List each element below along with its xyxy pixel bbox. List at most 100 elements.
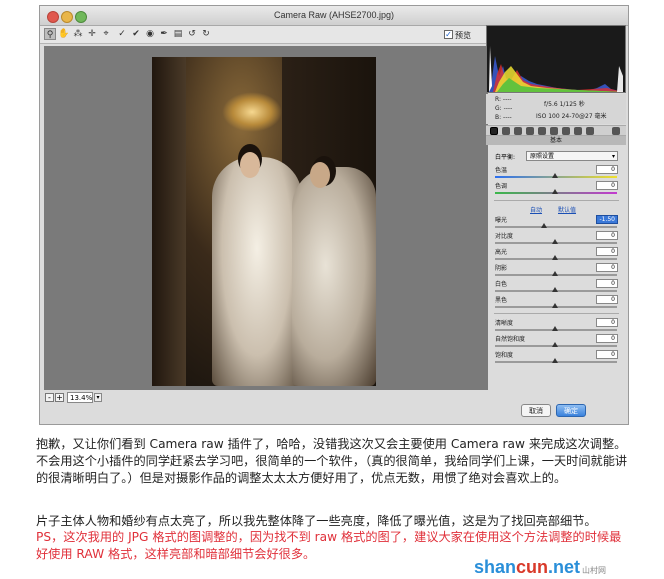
color-sampler-icon[interactable]: ✛ [86, 28, 98, 40]
chevron-down-icon: ▾ [611, 153, 615, 160]
blacks-control[interactable]: 黑色 0 [486, 295, 626, 311]
exposure-control[interactable]: 曝光 -1.50 [486, 215, 626, 231]
presets-tab-icon[interactable] [586, 127, 594, 135]
info-b: B: ---- [495, 114, 512, 121]
clarity-thumb[interactable] [552, 326, 558, 331]
status-bar: - + 13.4% ▾ [44, 392, 488, 404]
image-preview-area[interactable] [44, 46, 488, 390]
crop-icon[interactable]: ⌖ [100, 28, 112, 40]
white-balance-row: 白平衡: 原照设置 ▾ [486, 150, 626, 162]
article-paragraph-2: 片子主体人物和婚纱有点太亮了，所以我先整体降了一些亮度，降低了曝光值，这是为了找… [36, 514, 597, 528]
shadows-value[interactable]: 0 [596, 263, 618, 272]
shadows-control[interactable]: 阴影 0 [486, 263, 626, 279]
shadows-thumb[interactable] [552, 271, 558, 276]
highlights-label: 高光 [495, 249, 508, 256]
done-button[interactable]: 确定 [556, 404, 586, 417]
highlights-control[interactable]: 高光 0 [486, 247, 626, 263]
watermark-main: shan [474, 557, 517, 577]
temperature-value[interactable]: 0 [596, 165, 618, 174]
tool-bar: ⚲ ✋ ⁂ ✛ ⌖ ✓ ✔ ◉ ✒ ▤ ↺ ↻ ✓ 预览 [40, 26, 487, 44]
saturation-value[interactable]: 0 [596, 350, 618, 359]
panel-menu-icon[interactable] [612, 127, 620, 135]
exposure-thumb[interactable] [541, 223, 547, 228]
divider [494, 200, 619, 201]
lens-tab-icon[interactable] [550, 127, 558, 135]
straighten-icon[interactable]: ✓ [116, 28, 128, 40]
zoom-icon[interactable]: ⚲ [44, 28, 56, 40]
vibrance-thumb[interactable] [552, 342, 558, 347]
effects-tab-icon[interactable] [562, 127, 570, 135]
zoom-out-button[interactable]: - [45, 393, 54, 402]
temperature-label: 色温 [495, 167, 508, 174]
default-link[interactable]: 默认值 [558, 205, 576, 214]
blacks-label: 黑色 [495, 297, 508, 304]
exposure-label: 曝光 [495, 217, 508, 224]
rotate-left-icon[interactable]: ↺ [186, 28, 198, 40]
hsl-tab-icon[interactable] [526, 127, 534, 135]
rotate-right-icon[interactable]: ↻ [200, 28, 212, 40]
preview-label: 预览 [455, 31, 471, 40]
highlights-value[interactable]: 0 [596, 247, 618, 256]
gradient-icon[interactable]: ▤ [172, 28, 184, 40]
article-paragraph-1: 抱歉，又让你们看到 Camera raw 插件了，哈哈，没错我这次又会主要使用 … [36, 437, 628, 485]
red-eye-icon[interactable]: ◉ [144, 28, 156, 40]
zoom-in-button[interactable]: + [55, 393, 64, 402]
watermark-sub: 山村网 [582, 566, 607, 575]
info-r: R: ---- [495, 96, 512, 103]
preview-checkbox[interactable]: ✓ [444, 30, 453, 39]
exposure-value[interactable]: -1.50 [596, 215, 618, 224]
histogram-graph [489, 46, 623, 92]
saturation-label: 饱和度 [495, 352, 514, 359]
whites-thumb[interactable] [552, 287, 558, 292]
divider [494, 313, 619, 314]
tint-value[interactable]: 0 [596, 181, 618, 190]
split-toning-tab-icon[interactable] [538, 127, 546, 135]
clarity-label: 清晰度 [495, 320, 514, 327]
saturation-thumb[interactable] [552, 358, 558, 363]
whites-control[interactable]: 白色 0 [486, 279, 626, 295]
window-title: Camera Raw (AHSE2700.jpg) [273, 10, 395, 20]
hand-icon[interactable]: ✋ [58, 28, 70, 40]
vibrance-value[interactable]: 0 [596, 334, 618, 343]
contrast-thumb[interactable] [552, 239, 558, 244]
saturation-control[interactable]: 饱和度 0 [486, 350, 626, 366]
white-balance-select[interactable]: 原照设置 ▾ [526, 151, 618, 161]
wedding-photo [152, 57, 376, 386]
clarity-value[interactable]: 0 [596, 318, 618, 327]
brush-icon[interactable]: ✒ [158, 28, 170, 40]
contrast-label: 对比度 [495, 233, 514, 240]
contrast-value[interactable]: 0 [596, 231, 618, 240]
whites-value[interactable]: 0 [596, 279, 618, 288]
temperature-thumb[interactable] [552, 173, 558, 178]
auto-default-links: 自动 默认值 [486, 205, 626, 215]
zoom-dropdown-arrow[interactable]: ▾ [94, 393, 102, 402]
clarity-control[interactable]: 清晰度 0 [486, 318, 626, 334]
detail-tab-icon[interactable] [514, 127, 522, 135]
contrast-control[interactable]: 对比度 0 [486, 231, 626, 247]
zoom-level-field[interactable]: 13.4% [67, 392, 93, 403]
white-balance-value: 原照设置 [530, 153, 555, 160]
info-g: G: ---- [495, 105, 513, 112]
panel-heading: 基本 [486, 136, 626, 145]
blacks-value[interactable]: 0 [596, 295, 618, 304]
info-iso: ISO 100 24-70@27 毫米 [536, 113, 607, 120]
camera-calibration-tab-icon[interactable] [574, 127, 582, 135]
auto-link[interactable]: 自动 [530, 205, 542, 214]
blacks-thumb[interactable] [552, 303, 558, 308]
exposure-slider[interactable] [495, 226, 617, 228]
basic-tab-icon[interactable] [490, 127, 498, 135]
vibrance-control[interactable]: 自然饱和度 0 [486, 334, 626, 350]
shadows-label: 阴影 [495, 265, 508, 272]
info-aperture: f/5.6 1/125 秒 [544, 101, 585, 108]
highlights-thumb[interactable] [552, 255, 558, 260]
tint-thumb[interactable] [552, 189, 558, 194]
white-balance-label: 白平衡: [495, 154, 516, 161]
cancel-button[interactable]: 取消 [521, 404, 551, 417]
white-balance-icon[interactable]: ⁂ [72, 28, 84, 40]
vibrance-label: 自然饱和度 [495, 336, 526, 343]
tint-control[interactable]: 色调 0 [486, 181, 626, 197]
temperature-control[interactable]: 色温 0 [486, 165, 626, 181]
spot-removal-icon[interactable]: ✔ [130, 28, 142, 40]
tone-curve-tab-icon[interactable] [502, 127, 510, 135]
watermark-cn: cun [516, 557, 549, 577]
